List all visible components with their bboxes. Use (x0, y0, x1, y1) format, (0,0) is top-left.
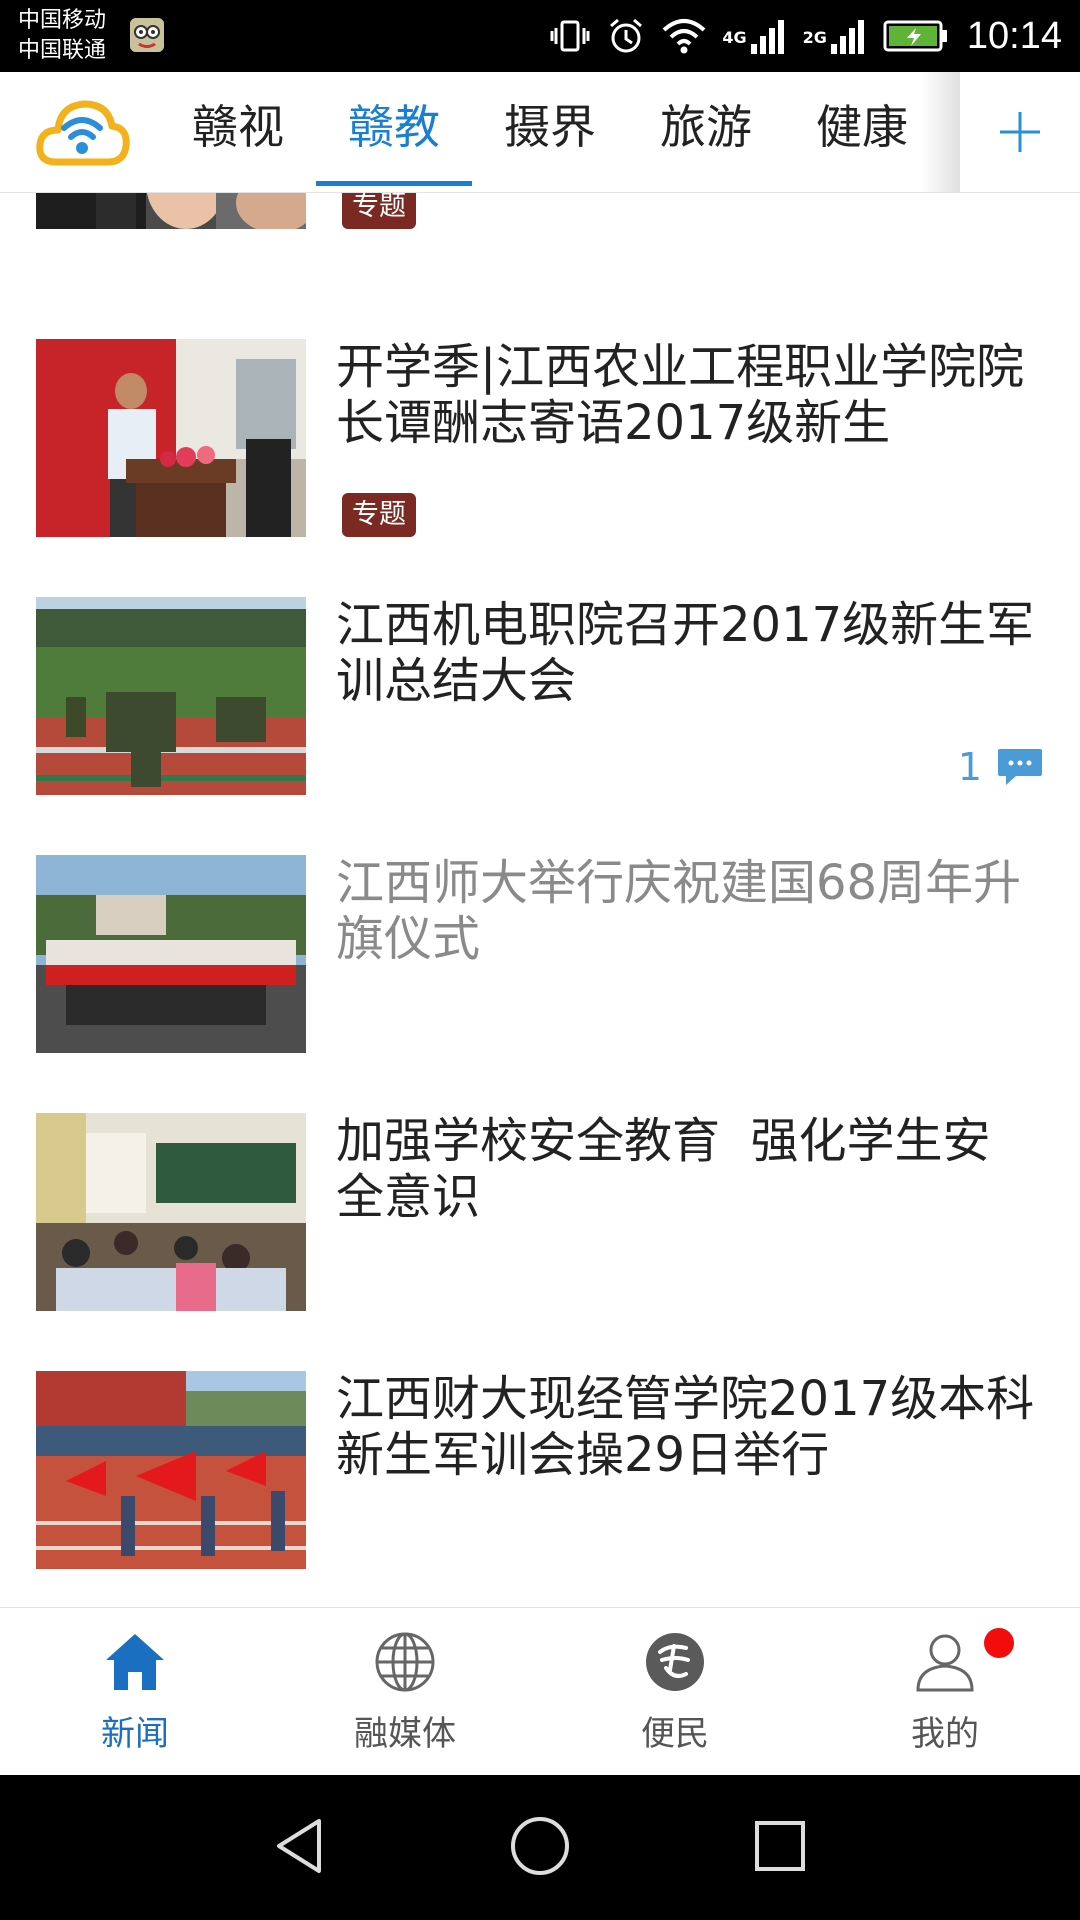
status-icons: 4G 2G 10:14 (534, 0, 1062, 72)
list-item[interactable]: 开学季|江西农业工程职业学院院长谭酬志寄语2017级新生 专题 (0, 339, 1080, 597)
news-thumbnail (36, 339, 306, 537)
wifi-icon (662, 16, 706, 56)
carrier-1: 中国移动 (18, 8, 107, 33)
news-thumbnail (36, 1113, 306, 1311)
nav-mine[interactable]: 我的 (810, 1608, 1080, 1776)
clock: 10:14 (966, 14, 1062, 57)
news-title[interactable]: 江西师大举行庆祝建国68周年升旗仪式 (336, 855, 1036, 967)
channel-tabs: 赣视 赣教 摄界 旅游 健康 (160, 72, 960, 192)
nav-mine-label: 我的 (911, 1714, 979, 1754)
list-item[interactable]: 江西师大举行庆祝建国68周年升旗仪式 (0, 855, 1080, 1113)
nav-service-label: 便民 (641, 1714, 709, 1754)
status-bar: 中国移动 中国联通 4G 2G 10:14 (0, 0, 1080, 72)
comment-count-value: 1 (957, 745, 982, 789)
circle-home-icon (511, 1817, 569, 1875)
nav-media-label: 融媒体 (354, 1714, 456, 1754)
tab-ganjiao[interactable]: 赣教 (316, 72, 472, 192)
list-item[interactable]: 江西机电职院召开2017级新生军训总结大会 1 (0, 597, 1080, 855)
list-item[interactable]: 江西财大现经管学院2017级本科新生军训会操29日举行 (0, 1371, 1080, 1608)
tab-jiankang[interactable]: 健康 (784, 72, 940, 192)
list-item[interactable]: 专题 (0, 193, 1080, 263)
nav-service[interactable]: 便民 (540, 1608, 810, 1776)
notification-app-icon (130, 18, 164, 52)
nav-media[interactable]: 融媒体 (270, 1608, 540, 1776)
net-type-1: 4G (722, 28, 747, 47)
topic-badge: 专题 (342, 493, 416, 537)
back-icon (277, 1819, 321, 1873)
back-button[interactable] (265, 1811, 335, 1881)
home-icon (100, 1630, 170, 1694)
home-button[interactable] (505, 1811, 575, 1881)
news-title[interactable]: 江西机电职院召开2017级新生军训总结大会 (336, 597, 1036, 709)
recents-button[interactable] (745, 1811, 815, 1881)
channel-bar: 赣视 赣教 摄界 旅游 健康 (0, 72, 1080, 193)
globe-icon (370, 1630, 440, 1694)
news-title[interactable]: 加强学校安全教育 强化学生安全意识 (336, 1113, 1036, 1225)
news-thumbnail (36, 855, 306, 1053)
signal-2g-icon: 2G (803, 16, 867, 56)
square-recents-icon (755, 1821, 805, 1871)
news-list[interactable]: 专题 开学季|江西农业工程职业学院院长谭酬志寄语2017级新生 专题 江西机电职… (0, 193, 1080, 1608)
net-type-2: 2G (802, 28, 827, 47)
news-thumbnail (36, 193, 306, 229)
tab-shejie[interactable]: 摄界 (472, 72, 628, 192)
topic-badge: 专题 (342, 193, 416, 229)
add-channel-button[interactable] (960, 72, 1080, 192)
battery-icon (883, 19, 949, 53)
comment-icon (998, 749, 1042, 785)
user-icon (910, 1630, 980, 1694)
list-item[interactable]: 加强学校安全教育 强化学生安全意识 (0, 1113, 1080, 1371)
vibrate-icon (550, 16, 590, 56)
service-icon (640, 1630, 710, 1694)
news-title[interactable]: 江西财大现经管学院2017级本科新生军训会操29日举行 (336, 1371, 1036, 1483)
plus-icon (1000, 112, 1040, 152)
nav-news-label: 新闻 (101, 1714, 169, 1754)
news-title[interactable]: 开学季|江西农业工程职业学院院长谭酬志寄语2017级新生 (336, 339, 1036, 451)
tabs-fade (920, 72, 960, 192)
bottom-nav: 新闻 融媒体 便民 我的 (0, 1607, 1080, 1776)
alarm-icon (606, 16, 646, 56)
carrier-2: 中国联通 (18, 38, 107, 63)
app-logo[interactable] (34, 92, 130, 172)
carrier-info: 中国移动 中国联通 (18, 6, 106, 66)
app-screen: 中国移动 中国联通 4G 2G 10:14 赣视 赣教 摄界 旅游 健康 专题 … (0, 0, 1080, 1920)
notification-dot (984, 1628, 1014, 1658)
nav-news[interactable]: 新闻 (0, 1608, 270, 1776)
news-thumbnail (36, 1371, 306, 1569)
tab-ganshi[interactable]: 赣视 (160, 72, 316, 192)
tab-lvyou[interactable]: 旅游 (628, 72, 784, 192)
comment-count[interactable]: 1 (958, 745, 1044, 789)
signal-4g-icon: 4G (722, 16, 786, 56)
system-nav-bar (0, 1775, 1080, 1920)
news-thumbnail (36, 597, 306, 795)
